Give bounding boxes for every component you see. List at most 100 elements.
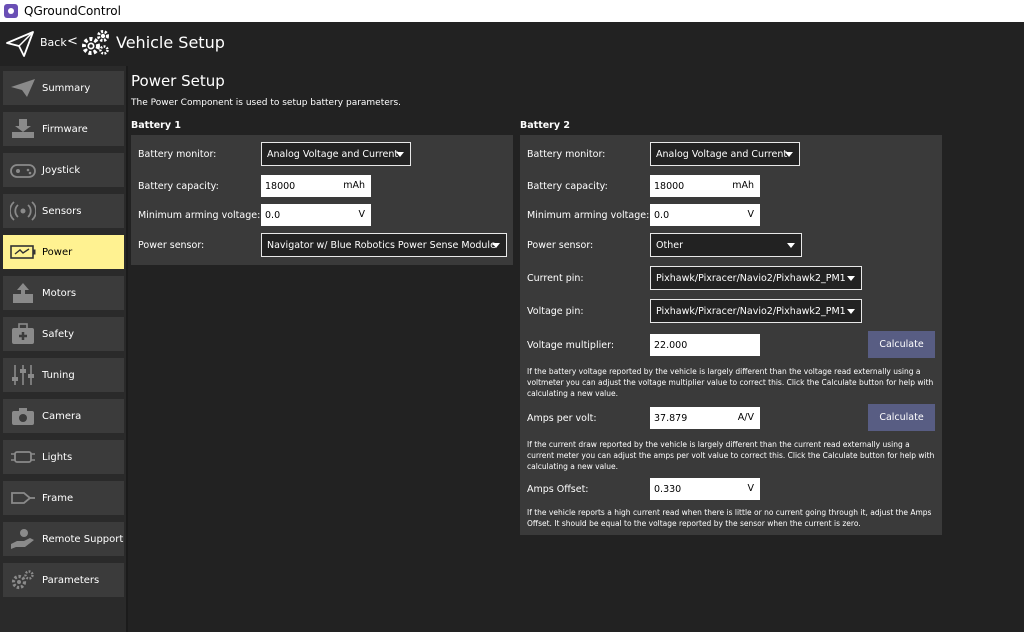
battery1-sensor-select[interactable]: Navigator w/ Blue Robotics Power Sense M… xyxy=(261,233,507,257)
chevron-down-icon xyxy=(785,152,793,157)
amps-per-volt-help: If the current draw reported by the vehi… xyxy=(527,440,935,471)
sidebar-item-label: Camera xyxy=(42,410,82,422)
sidebar-item-sensors[interactable]: Sensors xyxy=(3,194,124,228)
sidebar-item-summary[interactable]: Summary xyxy=(3,71,124,105)
battery1-monitor-select[interactable]: Analog Voltage and Current xyxy=(261,142,411,166)
battery2-capacity-label: Battery capacity: xyxy=(527,181,608,192)
sidebar-item-camera[interactable]: Camera xyxy=(3,399,124,433)
battery1-sensor-label: Power sensor: xyxy=(138,240,205,251)
gears-icon xyxy=(82,30,109,55)
motor-icon xyxy=(9,281,37,305)
sidebar-item-safety[interactable]: Safety xyxy=(3,317,124,351)
window-title-bar: QGroundControl xyxy=(0,0,1024,22)
sidebar-item-label: Sensors xyxy=(42,205,82,217)
sidebar-item-firmware[interactable]: Firmware xyxy=(3,112,124,146)
sidebar-item-label: Tuning xyxy=(42,369,75,381)
battery1-panel: Battery monitor: Analog Voltage and Curr… xyxy=(131,135,513,265)
paper-plane-icon[interactable] xyxy=(6,30,34,58)
battery2-current-pin-select[interactable]: Pixhawk/Pixracer/Navio2/Pixhawk2_PM1 xyxy=(650,266,862,290)
window-title: QGroundControl xyxy=(24,4,121,18)
battery2-amps-per-volt-unit: A/V xyxy=(737,412,754,423)
battery2-amps-per-volt-value: 37.879 xyxy=(654,412,688,424)
battery2-min-voltage-unit: V xyxy=(747,209,755,220)
toolbar-title: Vehicle Setup xyxy=(116,33,225,52)
sidebar-item-motors[interactable]: Motors xyxy=(3,276,124,310)
battery2-amps-per-volt-label: Amps per volt: xyxy=(527,413,597,424)
battery2-current-pin-label: Current pin: xyxy=(527,273,584,284)
toolbar: Back < Vehicle Setup xyxy=(0,22,1024,66)
sidebar-item-parameters[interactable]: Parameters xyxy=(3,563,124,597)
amps-per-volt-calculate-button[interactable]: Calculate xyxy=(868,404,935,431)
sidebar-item-frame[interactable]: Frame xyxy=(3,481,124,515)
sidebar-item-label: Summary xyxy=(42,82,91,94)
gamepad-icon xyxy=(9,158,37,182)
battery1-capacity-value: 18000 xyxy=(265,180,296,192)
sidebar-item-tuning[interactable]: Tuning xyxy=(3,358,124,392)
battery2-sensor-label: Power sensor: xyxy=(527,240,594,251)
camera-icon xyxy=(9,404,37,428)
battery2-amps-offset-unit: V xyxy=(747,483,755,494)
battery2-voltage-pin-value: Pixhawk/Pixracer/Navio2/Pixhawk2_PM1 xyxy=(656,305,846,317)
battery2-voltage-mult-field[interactable]: 22.000 xyxy=(650,334,760,356)
sidebar-item-power[interactable]: Power xyxy=(3,235,124,269)
sidebar-item-label: Lights xyxy=(42,451,73,463)
sidebar-item-label: Parameters xyxy=(42,574,100,586)
battery2-min-voltage-value: 0.0 xyxy=(654,209,670,221)
battery-icon xyxy=(9,240,37,264)
battery1-monitor-value: Analog Voltage and Current xyxy=(267,148,399,160)
battery1-min-voltage-unit: V xyxy=(358,209,366,220)
battery1-capacity-field[interactable]: 18000 mAh xyxy=(261,175,371,197)
sidebar-item-label: Joystick xyxy=(42,164,81,176)
battery1-min-voltage-value: 0.0 xyxy=(265,209,281,221)
battery1-monitor-label: Battery monitor: xyxy=(138,149,217,160)
sidebar-item-remote-support[interactable]: Remote Support xyxy=(3,522,124,556)
battery2-min-voltage-field[interactable]: 0.0 V xyxy=(650,204,760,226)
battery2-sensor-select[interactable]: Other xyxy=(650,233,802,257)
battery1-min-voltage-field[interactable]: 0.0 V xyxy=(261,204,371,226)
battery1-sensor-value: Navigator w/ Blue Robotics Power Sense M… xyxy=(267,239,496,251)
sidebar-item-label: Motors xyxy=(42,287,77,299)
chevron-down-icon xyxy=(787,243,795,248)
page-title: Power Setup xyxy=(131,72,225,90)
chevron-down-icon xyxy=(847,309,855,314)
sidebar-item-joystick[interactable]: Joystick xyxy=(3,153,124,187)
battery1-capacity-unit: mAh xyxy=(343,180,365,191)
battery2-capacity-field[interactable]: 18000 mAh xyxy=(650,175,760,197)
battery2-amps-offset-field[interactable]: 0.330 V xyxy=(650,478,760,500)
sidebar-item-label: Safety xyxy=(42,328,74,340)
battery2-voltage-pin-select[interactable]: Pixhawk/Pixracer/Navio2/Pixhawk2_PM1 xyxy=(650,299,862,323)
radio-waves-icon xyxy=(9,199,37,223)
lights-icon xyxy=(9,445,37,469)
chevron-down-icon xyxy=(396,152,404,157)
voltage-multiplier-help: If the battery voltage reported by the v… xyxy=(527,367,934,398)
battery1-title: Battery 1 xyxy=(131,120,181,131)
battery2-monitor-value: Analog Voltage and Current xyxy=(656,148,788,160)
chevron-down-icon xyxy=(492,243,500,248)
amps-offset-help: If the vehicle reports a high current re… xyxy=(527,508,932,528)
sidebar: Summary Firmware Joystick Sensors Power … xyxy=(0,66,127,632)
sidebar-item-label: Power xyxy=(42,246,73,258)
sidebar-item-lights[interactable]: Lights xyxy=(3,440,124,474)
back-button[interactable]: Back xyxy=(40,36,67,49)
first-aid-icon xyxy=(9,322,37,346)
support-hand-icon xyxy=(9,527,37,551)
battery2-voltage-mult-value: 22.000 xyxy=(654,339,688,351)
voltage-multiplier-calculate-button[interactable]: Calculate xyxy=(868,331,935,358)
battery2-current-pin-value: Pixhawk/Pixracer/Navio2/Pixhawk2_PM1 xyxy=(656,272,846,284)
battery2-panel: Battery monitor: Analog Voltage and Curr… xyxy=(520,135,942,535)
battery1-min-voltage-label: Minimum arming voltage: xyxy=(138,210,261,221)
battery2-amps-offset-label: Amps Offset: xyxy=(527,484,589,495)
battery2-voltage-pin-label: Voltage pin: xyxy=(527,306,584,317)
battery2-monitor-select[interactable]: Analog Voltage and Current xyxy=(650,142,800,166)
qgc-app-icon xyxy=(4,4,18,18)
battery2-capacity-value: 18000 xyxy=(654,180,685,192)
breadcrumb-separator: < xyxy=(67,34,78,49)
gears-icon xyxy=(9,568,37,592)
battery2-title: Battery 2 xyxy=(520,120,570,131)
battery2-min-voltage-label: Minimum arming voltage: xyxy=(527,210,650,221)
battery2-amps-offset-value: 0.330 xyxy=(654,483,682,495)
battery2-sensor-value: Other xyxy=(656,239,683,251)
battery2-amps-per-volt-field[interactable]: 37.879 A/V xyxy=(650,407,760,429)
battery1-capacity-label: Battery capacity: xyxy=(138,181,219,192)
frame-icon xyxy=(9,486,37,510)
